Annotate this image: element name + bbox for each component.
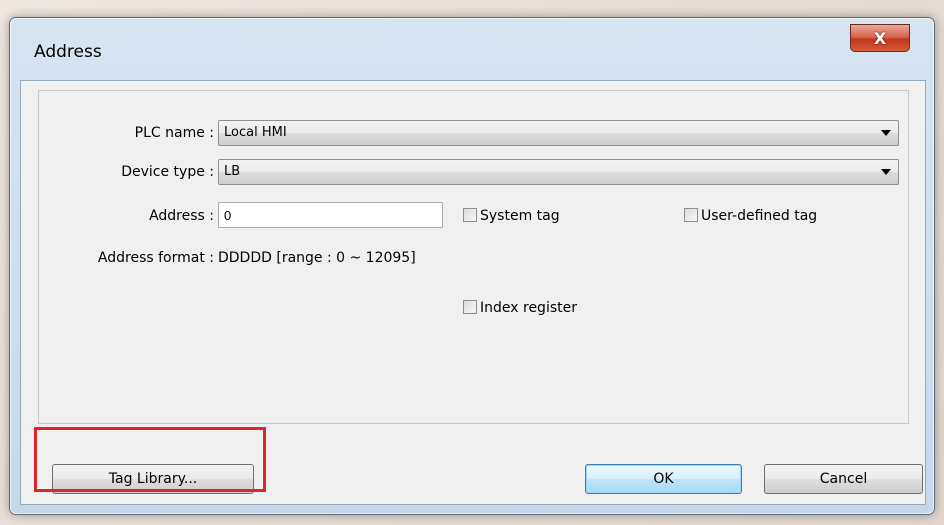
system-tag-checkbox[interactable] (463, 208, 477, 222)
close-button[interactable]: X (850, 24, 910, 52)
user-defined-tag-checkbox[interactable] (684, 208, 698, 222)
close-icon: X (873, 28, 887, 48)
address-settings-panel: PLC name : Local HMI Device type : LB Ad… (38, 90, 909, 424)
tag-library-button[interactable]: Tag Library... (52, 464, 254, 494)
plc-name-label: PLC name : (134, 125, 214, 141)
device-type-label: Device type : (121, 164, 214, 180)
ok-button[interactable]: OK (585, 464, 742, 494)
address-format-label: Address format : (97, 250, 214, 266)
cancel-button[interactable]: Cancel (764, 464, 923, 494)
user-defined-tag-label: User-defined tag (701, 208, 818, 224)
chevron-down-icon (881, 130, 891, 136)
system-tag-label: System tag (480, 208, 560, 224)
chevron-down-icon (881, 169, 891, 175)
address-label: Address : (149, 208, 214, 224)
device-type-dropdown[interactable]: LB (218, 159, 899, 185)
dialog-title: Address (34, 42, 102, 62)
dialog-client-area: PLC name : Local HMI Device type : LB Ad… (20, 80, 926, 505)
index-register-label: Index register (480, 300, 577, 316)
address-input[interactable] (218, 202, 443, 228)
address-dialog: Address X PLC name : Local HMI Device ty… (9, 17, 935, 515)
device-type-value: LB (224, 164, 241, 179)
address-format-value: DDDDD [range : 0 ~ 12095] (218, 250, 416, 266)
plc-name-value: Local HMI (224, 125, 287, 140)
title-bar[interactable]: Address X (10, 18, 934, 80)
index-register-checkbox[interactable] (463, 300, 477, 314)
plc-name-dropdown[interactable]: Local HMI (218, 120, 899, 146)
